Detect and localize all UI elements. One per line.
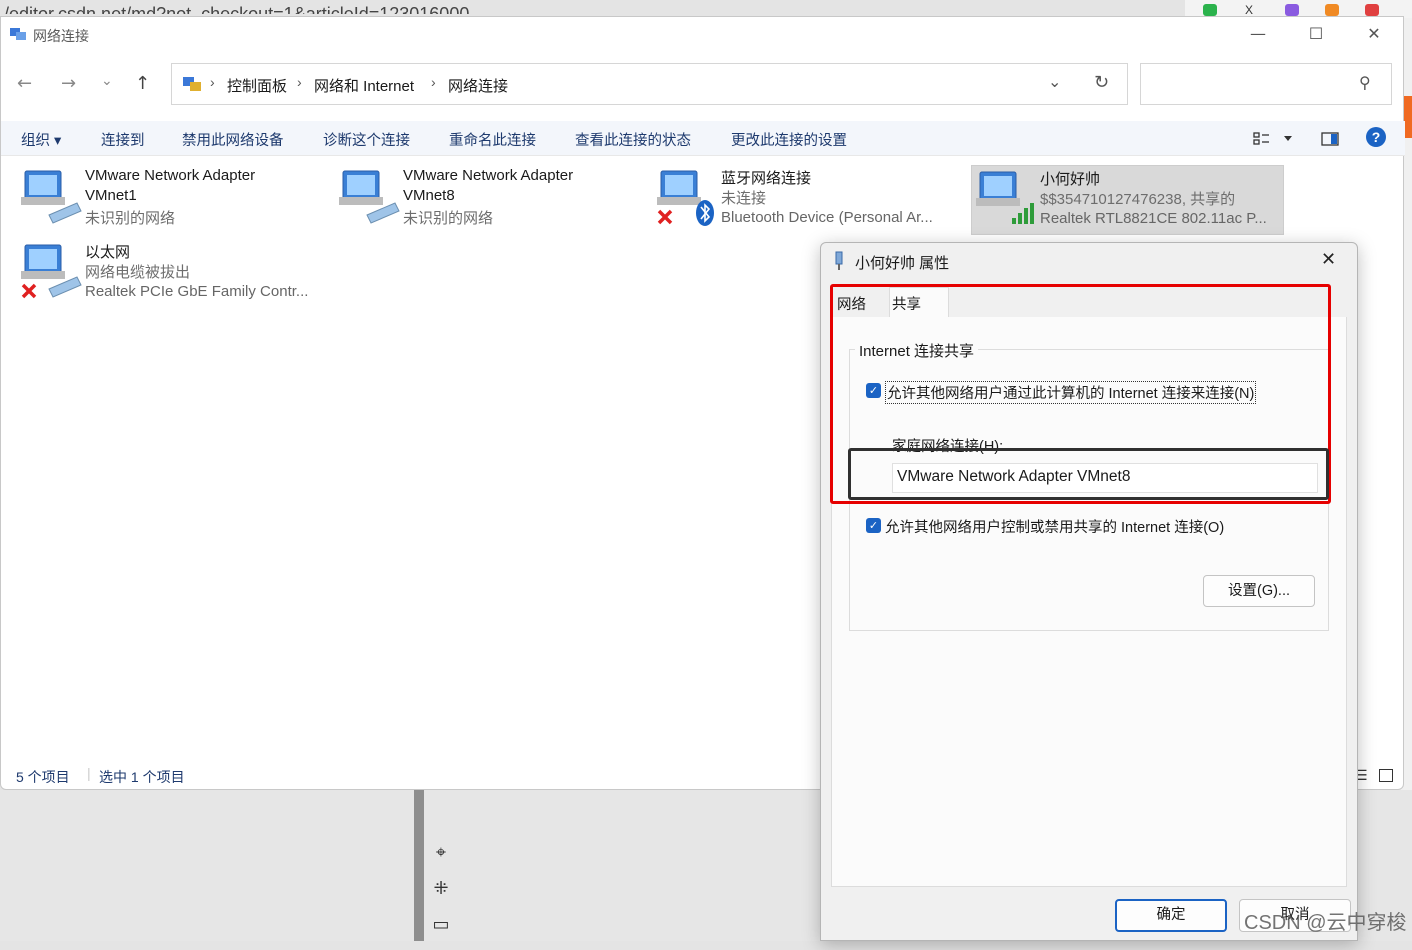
connection-item-bluetooth[interactable]: 蓝牙网络连接 未连接 Bluetooth Device (Personal Ar… — [653, 165, 953, 235]
connection-status: 未识别的网络 — [403, 210, 494, 227]
connection-name-line2: VMnet8 — [403, 187, 455, 204]
ok-button[interactable]: 确定 — [1115, 899, 1227, 932]
title-bar: 网络连接 — ☐ ✕ — [1, 17, 1405, 51]
connection-device: Realtek RTL8821CE 802.11ac P... — [1040, 210, 1267, 227]
connect-to-button[interactable]: 连接到 — [101, 129, 145, 150]
ethernet-adapter-icon — [21, 244, 82, 299]
network-adapter-icon — [21, 170, 82, 224]
breadcrumb-control-panel[interactable]: 控制面板 — [227, 75, 287, 96]
connection-item-wifi[interactable]: 小何好帅 $$354710127476238, 共享的 Realtek RTL8… — [971, 165, 1284, 235]
connection-device: Bluetooth Device (Personal Ar... — [721, 209, 933, 226]
search-input[interactable]: ⚲ — [1140, 63, 1392, 105]
connection-name: 蓝牙网络连接 — [721, 170, 812, 187]
settings-button[interactable]: 设置(G)... — [1203, 575, 1315, 607]
navigation-bar: ← → ⌄ ↑ › 控制面板 › 网络和 Internet › 网络连接 ⌄ ↻… — [1, 61, 1405, 109]
connection-name-line2: VMnet1 — [85, 187, 137, 204]
dialog-close-button[interactable]: ✕ — [1321, 249, 1336, 270]
connection-status: 未连接 — [721, 190, 767, 207]
view-dropdown-icon[interactable] — [1283, 135, 1293, 143]
connection-item-vmnet1[interactable]: VMware Network Adapter VMnet1 未识别的网络 — [17, 165, 317, 235]
minimize-button[interactable]: — — [1229, 21, 1287, 47]
allow-control-label[interactable]: 允许其他网络用户控制或禁用共享的 Internet 连接(O) — [885, 516, 1224, 537]
breadcrumb-separator: › — [210, 74, 215, 90]
connection-status: 未识别的网络 — [85, 210, 176, 227]
breadcrumb-separator: › — [297, 74, 302, 90]
connection-name: VMware Network Adapter — [403, 167, 574, 184]
connection-name: 小何好帅 — [1040, 171, 1101, 188]
bluetooth-adapter-icon — [657, 170, 714, 226]
back-button[interactable]: ← — [17, 73, 32, 94]
item-count: 5 个项目 — [16, 769, 70, 785]
dialog-title: 小何好帅 属性 — [855, 255, 950, 272]
connection-item-vmnet8[interactable]: VMware Network Adapter VMnet8 未识别的网络 — [335, 165, 635, 235]
connection-status: 网络电缆被拔出 — [85, 264, 191, 281]
forward-button[interactable]: → — [61, 73, 76, 94]
change-settings-button[interactable]: 更改此连接的设置 — [731, 129, 847, 150]
connection-item-ethernet[interactable]: 以太网 网络电缆被拔出 Realtek PCIe GbE Family Cont… — [17, 239, 317, 309]
view-status-button[interactable]: 查看此连接的状态 — [575, 129, 691, 150]
extension-orange-icon[interactable] — [1325, 4, 1339, 16]
up-button[interactable]: ↑ — [135, 73, 150, 94]
extension-green-icon[interactable] — [1203, 4, 1217, 16]
network-adapter-icon — [339, 170, 400, 224]
connection-device: Realtek PCIe GbE Family Contr... — [85, 283, 309, 300]
background-toolbar: ⌖ ⁜ ▭ — [428, 842, 454, 941]
background-orange-tab — [1404, 96, 1412, 138]
connection-name: VMware Network Adapter — [85, 167, 256, 184]
network-folder-icon — [10, 28, 26, 40]
window-title: 网络连接 — [33, 28, 89, 44]
organize-menu[interactable]: 组织 ▾ — [21, 129, 61, 150]
search-icon[interactable]: ⚲ — [1359, 73, 1371, 92]
breadcrumb-network-connections[interactable]: 网络连接 — [448, 75, 508, 96]
connection-name: 以太网 — [85, 244, 131, 261]
address-bar[interactable]: › 控制面板 › 网络和 Internet › 网络连接 ⌄ ↻ — [171, 63, 1128, 105]
connection-status: $$354710127476238, 共享的 — [1040, 191, 1236, 208]
preview-pane-icon[interactable] — [1321, 131, 1339, 147]
browser-url-fragment: /editor.csdn.net/md?not_checkout=1&artic… — [4, 4, 470, 14]
adapter-icon — [835, 251, 843, 270]
target-icon[interactable]: ⌖ — [428, 842, 454, 878]
maximize-button[interactable]: ☐ — [1287, 21, 1345, 47]
status-divider: | — [87, 765, 91, 781]
breadcrumb-network-internet[interactable]: 网络和 Internet — [314, 75, 414, 96]
view-options-icon[interactable] — [1253, 131, 1271, 147]
refresh-icon[interactable]: ↻ — [1094, 72, 1109, 93]
diagnose-button[interactable]: 诊断这个连接 — [323, 129, 410, 150]
extension-x-icon[interactable]: X — [1245, 4, 1259, 16]
selected-count: 选中 1 个项目 — [99, 769, 185, 785]
monitor-icon[interactable]: ▭ — [428, 914, 454, 950]
tiles-view-icon[interactable] — [1379, 769, 1393, 782]
csdn-watermark: CSDN @云中穿梭 — [1244, 912, 1407, 934]
rename-button[interactable]: 重命名此连接 — [449, 129, 536, 150]
disable-device-button[interactable]: 禁用此网络设备 — [182, 129, 284, 150]
breadcrumb-separator: › — [431, 74, 436, 90]
extension-red-icon[interactable] — [1365, 4, 1379, 16]
background-divider — [414, 790, 424, 941]
address-dropdown-icon[interactable]: ⌄ — [1048, 72, 1061, 91]
recent-locations-button[interactable]: ⌄ — [101, 73, 113, 89]
fit-icon[interactable]: ⁜ — [428, 878, 454, 914]
close-button[interactable]: ✕ — [1345, 21, 1403, 47]
help-button[interactable]: ? — [1366, 127, 1386, 147]
allow-control-checkbox[interactable]: ✓ — [866, 518, 881, 533]
control-panel-icon — [183, 77, 201, 91]
wifi-adapter-icon — [976, 171, 1034, 224]
annotation-dark-highlight — [848, 448, 1329, 500]
command-bar: 组织 ▾ 连接到 禁用此网络设备 诊断这个连接 重命名此连接 查看此连接的状态 … — [1, 121, 1405, 156]
extension-purple-icon[interactable] — [1285, 4, 1299, 16]
